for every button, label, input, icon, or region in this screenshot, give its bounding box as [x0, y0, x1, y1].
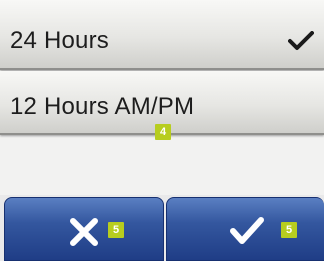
- callout-badge: 4: [155, 124, 171, 140]
- callout-badge: 5: [281, 222, 297, 238]
- close-icon: [70, 218, 98, 246]
- option-label: 12 Hours AM/PM: [10, 93, 195, 120]
- callout-badge: 5: [108, 222, 124, 238]
- cancel-button[interactable]: 5: [4, 197, 164, 261]
- confirm-button[interactable]: 5: [166, 197, 324, 261]
- selected-checkmark-icon: [288, 31, 314, 50]
- checkmark-icon: [230, 217, 264, 244]
- option-24-hours[interactable]: 24 Hours: [0, 0, 324, 70]
- time-format-screen: 24 Hours 12 Hours AM/PM 4 5 5: [0, 0, 324, 261]
- option-label: 24 Hours: [10, 27, 109, 54]
